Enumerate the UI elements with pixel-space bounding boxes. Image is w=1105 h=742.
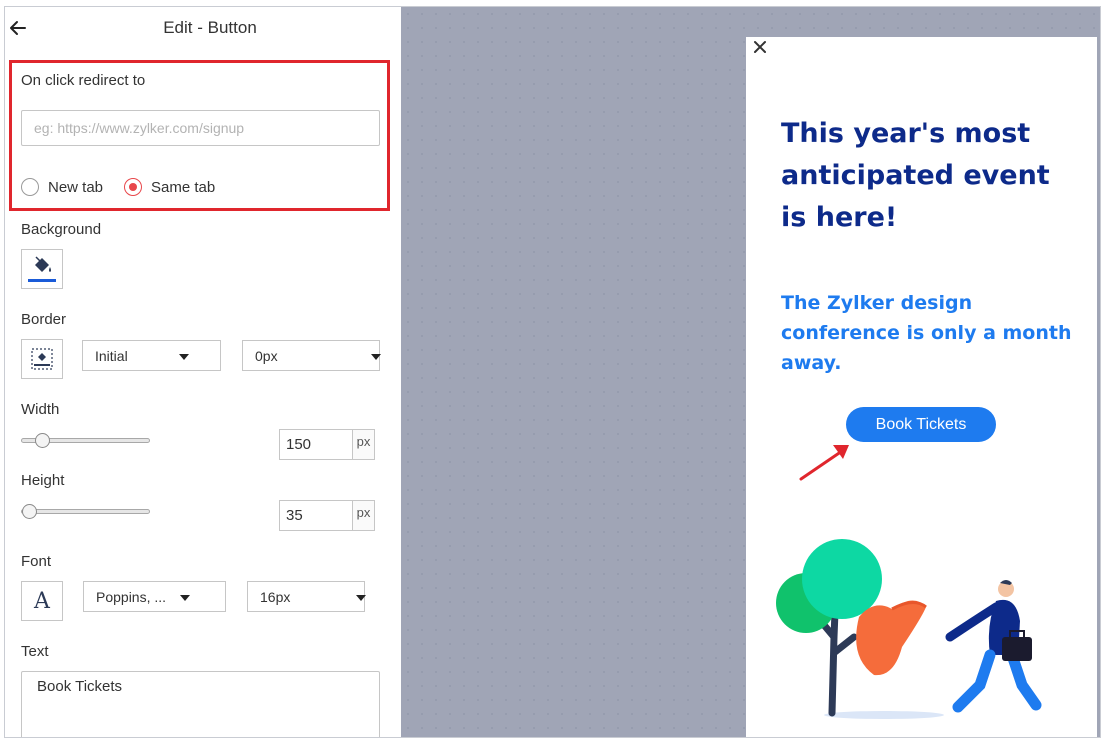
new-tab-radio-circle[interactable]	[21, 178, 39, 196]
height-value[interactable]: 35	[280, 501, 352, 530]
preview-headline: This year's most anticipated event is he…	[781, 118, 1050, 233]
chevron-down-icon	[356, 595, 366, 601]
book-tickets-button[interactable]: Book Tickets	[846, 407, 996, 442]
redirect-label: On click redirect to	[21, 72, 146, 89]
same-tab-radio-circle[interactable]	[124, 178, 142, 196]
height-slider-thumb[interactable]	[22, 504, 37, 519]
border-style-select[interactable]: Initial	[82, 340, 221, 371]
chevron-down-icon	[180, 595, 190, 601]
border-label: Border	[21, 311, 67, 328]
font-family-select[interactable]: Poppins, ...	[83, 581, 226, 612]
font-button[interactable]: A	[21, 581, 63, 621]
height-slider[interactable]	[21, 509, 150, 514]
font-size-value: 16px	[260, 588, 291, 605]
annotation-arrow-icon	[799, 445, 849, 481]
illustration	[776, 539, 1042, 719]
border-width-value: 0px	[255, 347, 278, 364]
background-label: Background	[21, 221, 102, 238]
width-value[interactable]: 150	[280, 430, 352, 459]
width-input[interactable]: 150 px	[279, 429, 375, 460]
redirect-url-input[interactable]	[21, 110, 380, 146]
font-size-select[interactable]: 16px	[247, 581, 366, 612]
font-icon: A	[34, 588, 50, 614]
width-unit: px	[352, 430, 374, 459]
editor-window: Edit - Button On click redirect to New t…	[4, 6, 1101, 738]
width-slider-thumb[interactable]	[35, 433, 50, 448]
height-input[interactable]: 35 px	[279, 500, 375, 531]
height-label: Height	[21, 472, 65, 489]
background-color-button[interactable]	[21, 249, 63, 289]
width-label: Width	[21, 401, 60, 418]
close-icon[interactable]	[752, 39, 768, 55]
popup-preview: This year's most anticipated event is he…	[746, 37, 1097, 737]
same-tab-label: Same tab	[151, 178, 216, 196]
same-tab-radio[interactable]: Same tab	[124, 178, 215, 196]
preview-subhead: The Zylker design conference is only a m…	[781, 292, 1072, 374]
font-family-value: Poppins, ...	[96, 588, 167, 605]
edit-panel: Edit - Button On click redirect to New t…	[5, 7, 401, 737]
button-text-input[interactable]: Book Tickets	[21, 671, 380, 737]
border-style-value: Initial	[95, 347, 128, 364]
new-tab-radio[interactable]: New tab	[21, 178, 103, 196]
height-unit: px	[352, 501, 374, 530]
paint-bucket-icon	[28, 256, 56, 282]
panel-title: Edit - Button	[163, 18, 257, 37]
text-label: Text	[21, 643, 49, 660]
border-width-select[interactable]: 0px	[242, 340, 381, 371]
new-tab-label: New tab	[48, 178, 104, 196]
border-style-button[interactable]	[21, 339, 63, 379]
chevron-down-icon	[371, 354, 381, 360]
font-label: Font	[21, 553, 52, 570]
border-icon	[31, 348, 53, 370]
chevron-down-icon	[179, 354, 189, 360]
